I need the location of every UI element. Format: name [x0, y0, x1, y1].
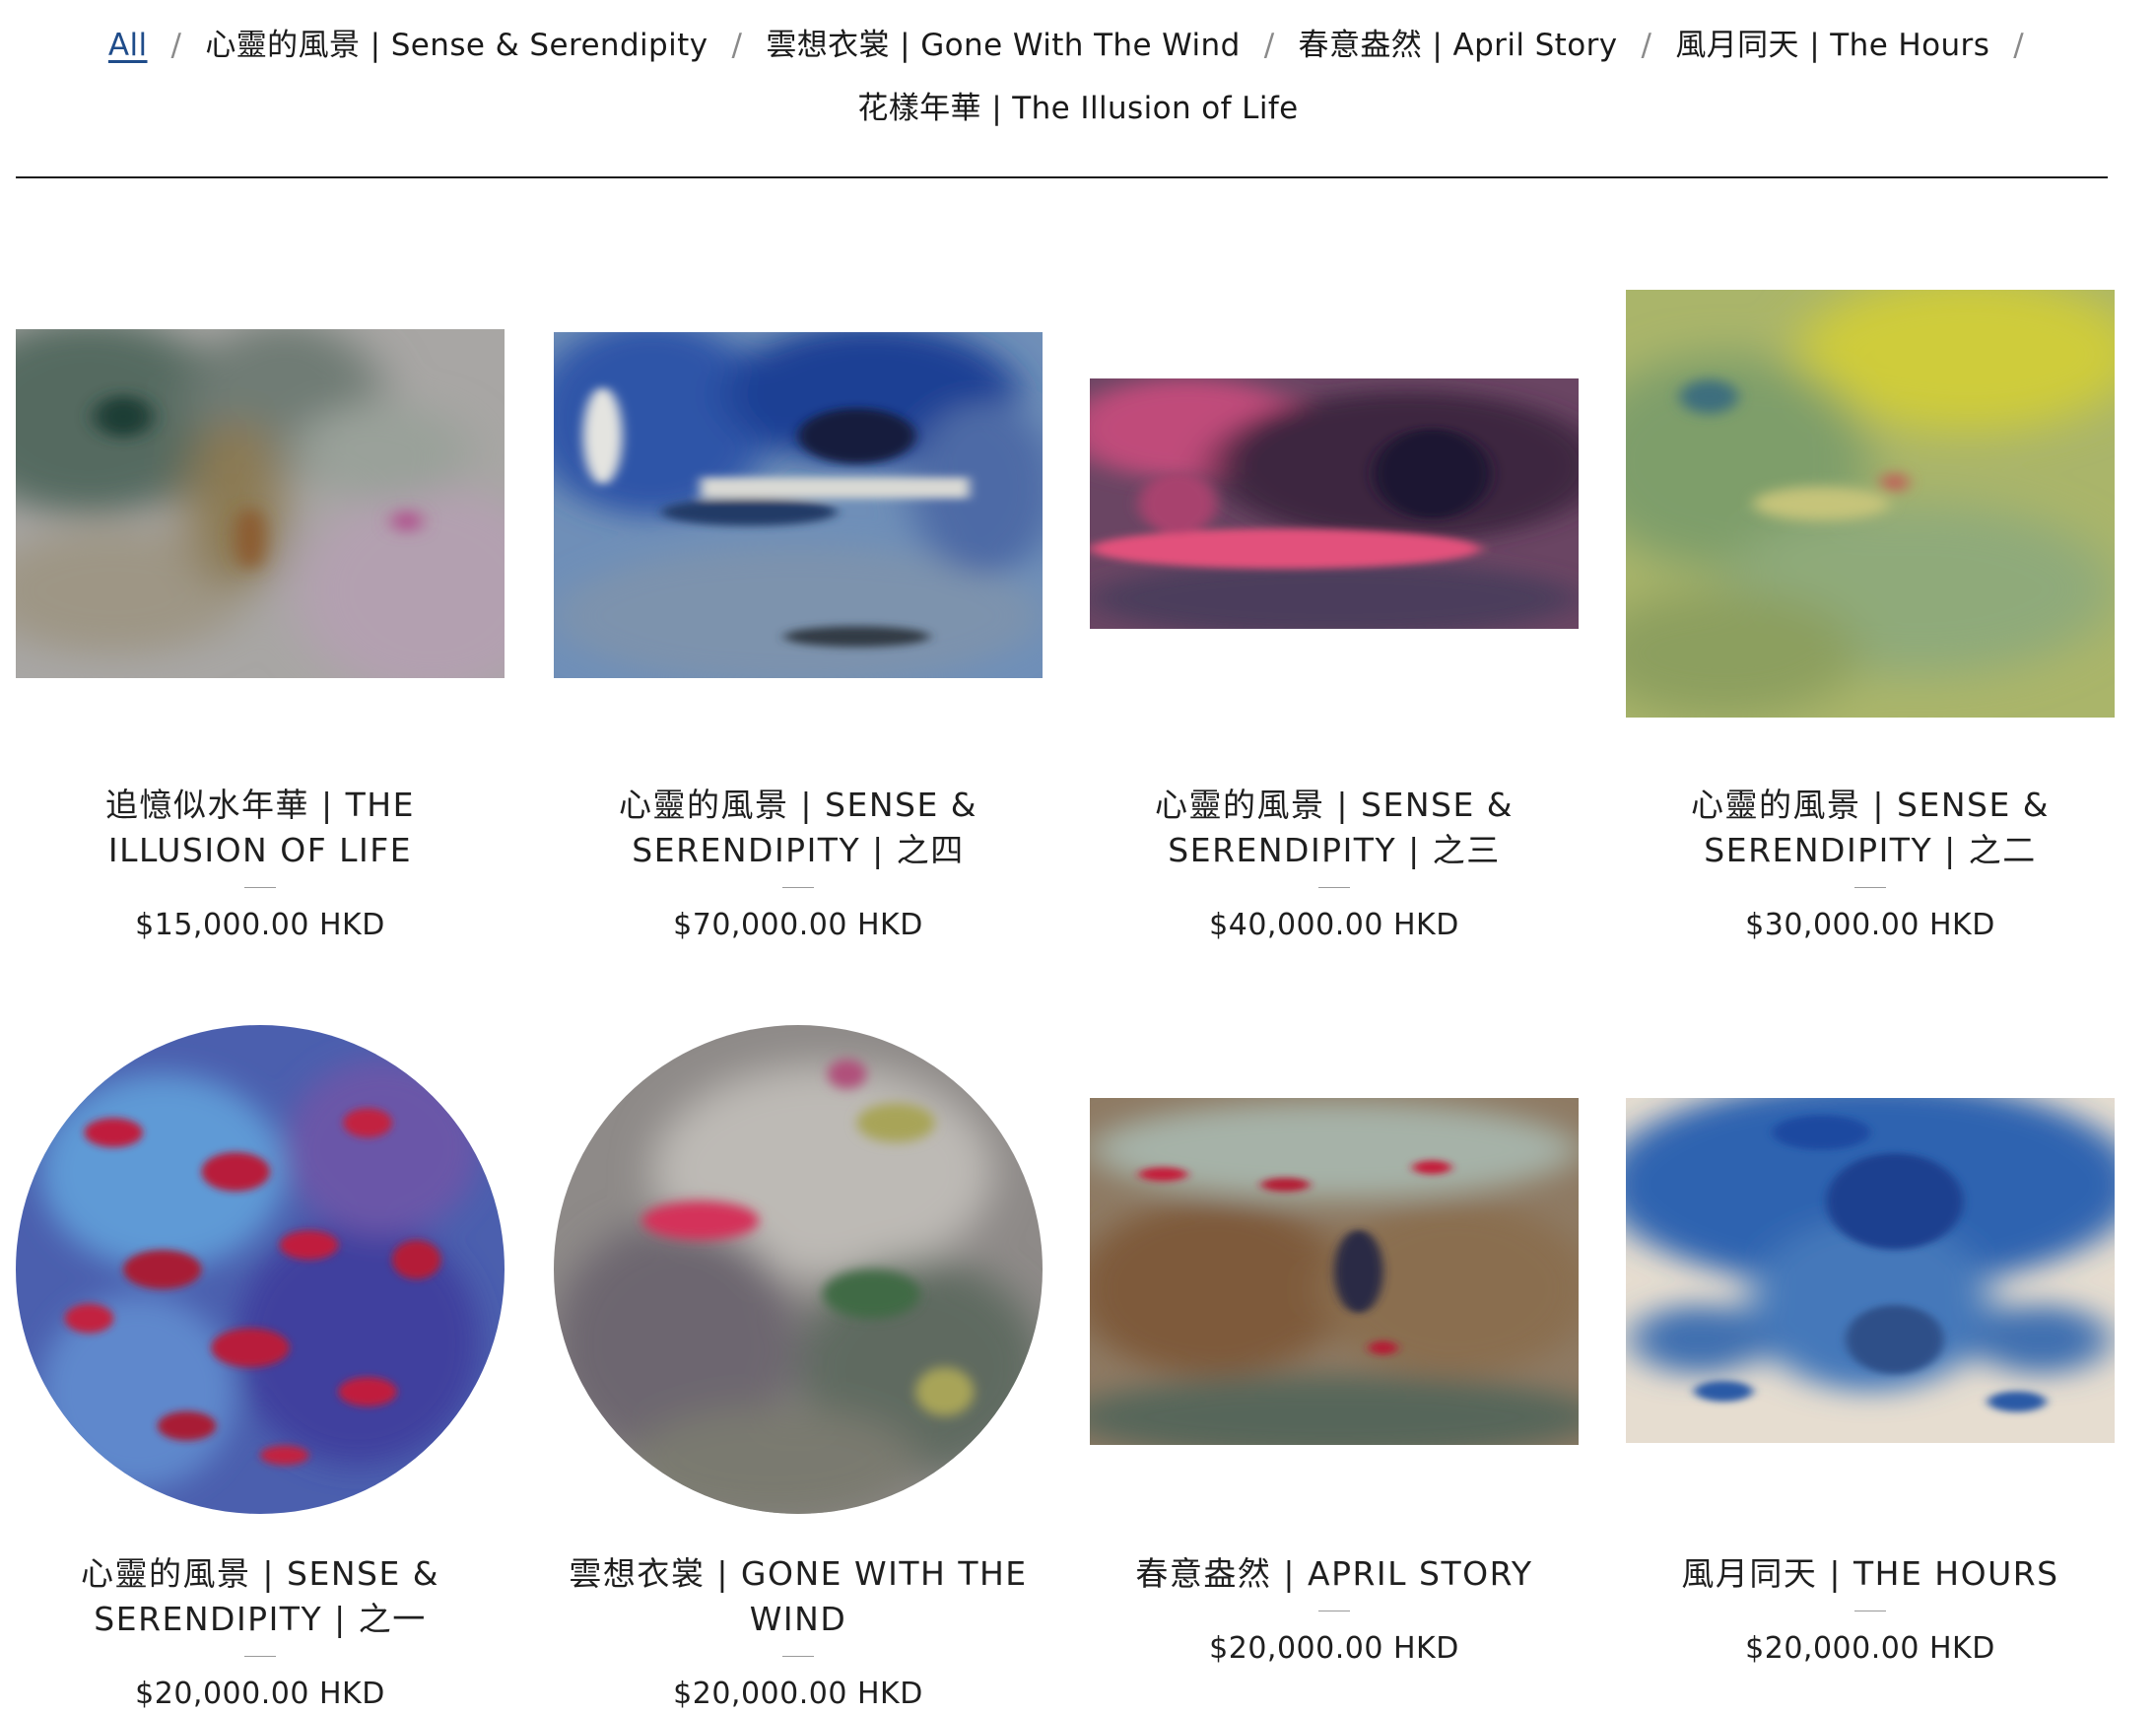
- product-info: 心靈的風景 | Sense & Serendipity | 之四 $70,000…: [554, 783, 1043, 945]
- filter-link-illusion-of-life[interactable]: 花樣年華 | The Illusion of Life: [857, 77, 1298, 140]
- filter-item-all: All /: [108, 14, 206, 77]
- product-title[interactable]: 心靈的風景 | Sense & Serendipity | 之三: [1090, 783, 1579, 873]
- filter-link-all[interactable]: All: [108, 14, 148, 77]
- product-info: 風月同天 | The Hours $20,000.00 HKD: [1626, 1551, 2115, 1669]
- title-divider: [782, 1656, 814, 1657]
- product-image[interactable]: [554, 332, 1043, 678]
- filter-separator: /: [1263, 28, 1275, 63]
- product-title[interactable]: 雲想衣裳 | Gone With The Wind: [554, 1551, 1043, 1642]
- product-info: 追憶似水年華 | The Illusion of Life $15,000.00…: [16, 783, 505, 945]
- section-divider: [16, 176, 2108, 178]
- filter-item-sense-serendipity: 心靈的風景 | Sense & Serendipity /: [205, 14, 766, 77]
- product-title[interactable]: 心靈的風景 | Sense & Serendipity | 之四: [554, 783, 1043, 873]
- product-image[interactable]: [554, 1025, 1043, 1514]
- filter-link-gone-with-the-wind[interactable]: 雲想衣裳 | Gone With The Wind: [766, 14, 1240, 77]
- filter-separator: /: [2013, 28, 2025, 63]
- product-image[interactable]: [1626, 290, 2115, 718]
- title-divider: [244, 1656, 276, 1657]
- product-price: $40,000.00 HKD: [1209, 908, 1459, 942]
- filter-item-the-hours: 風月同天 | The Hours /: [1675, 14, 2048, 77]
- product-price: $20,000.00 HKD: [673, 1677, 923, 1711]
- category-filter-bar: All / 心靈的風景 | Sense & Serendipity / 雲想衣裳…: [0, 14, 2156, 140]
- product-image[interactable]: [1090, 378, 1579, 629]
- filter-separator: /: [731, 28, 743, 63]
- product-title[interactable]: 春意盎然 | April Story: [1090, 1551, 1579, 1597]
- title-divider: [782, 887, 814, 888]
- product-price: $20,000.00 HKD: [135, 1677, 385, 1711]
- product-image[interactable]: [1626, 1098, 2115, 1443]
- title-divider: [1854, 887, 1886, 888]
- filter-link-sense-serendipity[interactable]: 心靈的風景 | Sense & Serendipity: [205, 14, 707, 77]
- title-divider: [1318, 887, 1350, 888]
- product-info: 心靈的風景 | Sense & Serendipity | 之三 $40,000…: [1090, 783, 1579, 945]
- product-info: 心靈的風景 | Sense & Serendipity | 之一 $20,000…: [16, 1551, 505, 1714]
- product-price: $70,000.00 HKD: [673, 908, 923, 942]
- product-info: 春意盎然 | April Story $20,000.00 HKD: [1090, 1551, 1579, 1669]
- product-title[interactable]: 心靈的風景 | Sense & Serendipity | 之二: [1626, 783, 2115, 873]
- product-info: 雲想衣裳 | Gone With The Wind $20,000.00 HKD: [554, 1551, 1043, 1714]
- product-image[interactable]: [16, 329, 505, 678]
- product-info: 心靈的風景 | Sense & Serendipity | 之二 $30,000…: [1626, 783, 2115, 945]
- product-title[interactable]: 心靈的風景 | Sense & Serendipity | 之一: [16, 1551, 505, 1642]
- product-image[interactable]: [16, 1025, 505, 1514]
- filter-item-illusion-of-life: 花樣年華 | The Illusion of Life: [857, 77, 1298, 140]
- product-price: $20,000.00 HKD: [1745, 1631, 1995, 1666]
- filter-link-april-story[interactable]: 春意盎然 | April Story: [1299, 14, 1618, 77]
- filter-link-the-hours[interactable]: 風月同天 | The Hours: [1675, 14, 1989, 77]
- title-divider: [244, 887, 276, 888]
- filter-separator: /: [170, 28, 182, 63]
- product-image[interactable]: [1090, 1098, 1579, 1445]
- product-title[interactable]: 風月同天 | The Hours: [1626, 1551, 2115, 1597]
- product-price: $20,000.00 HKD: [1209, 1631, 1459, 1666]
- filter-separator: /: [1641, 28, 1652, 63]
- product-price: $30,000.00 HKD: [1745, 908, 1995, 942]
- product-price: $15,000.00 HKD: [135, 908, 385, 942]
- filter-item-gone-with-the-wind: 雲想衣裳 | Gone With The Wind /: [766, 14, 1298, 77]
- filter-item-april-story: 春意盎然 | April Story /: [1299, 14, 1676, 77]
- product-title[interactable]: 追憶似水年華 | The Illusion of Life: [16, 783, 505, 873]
